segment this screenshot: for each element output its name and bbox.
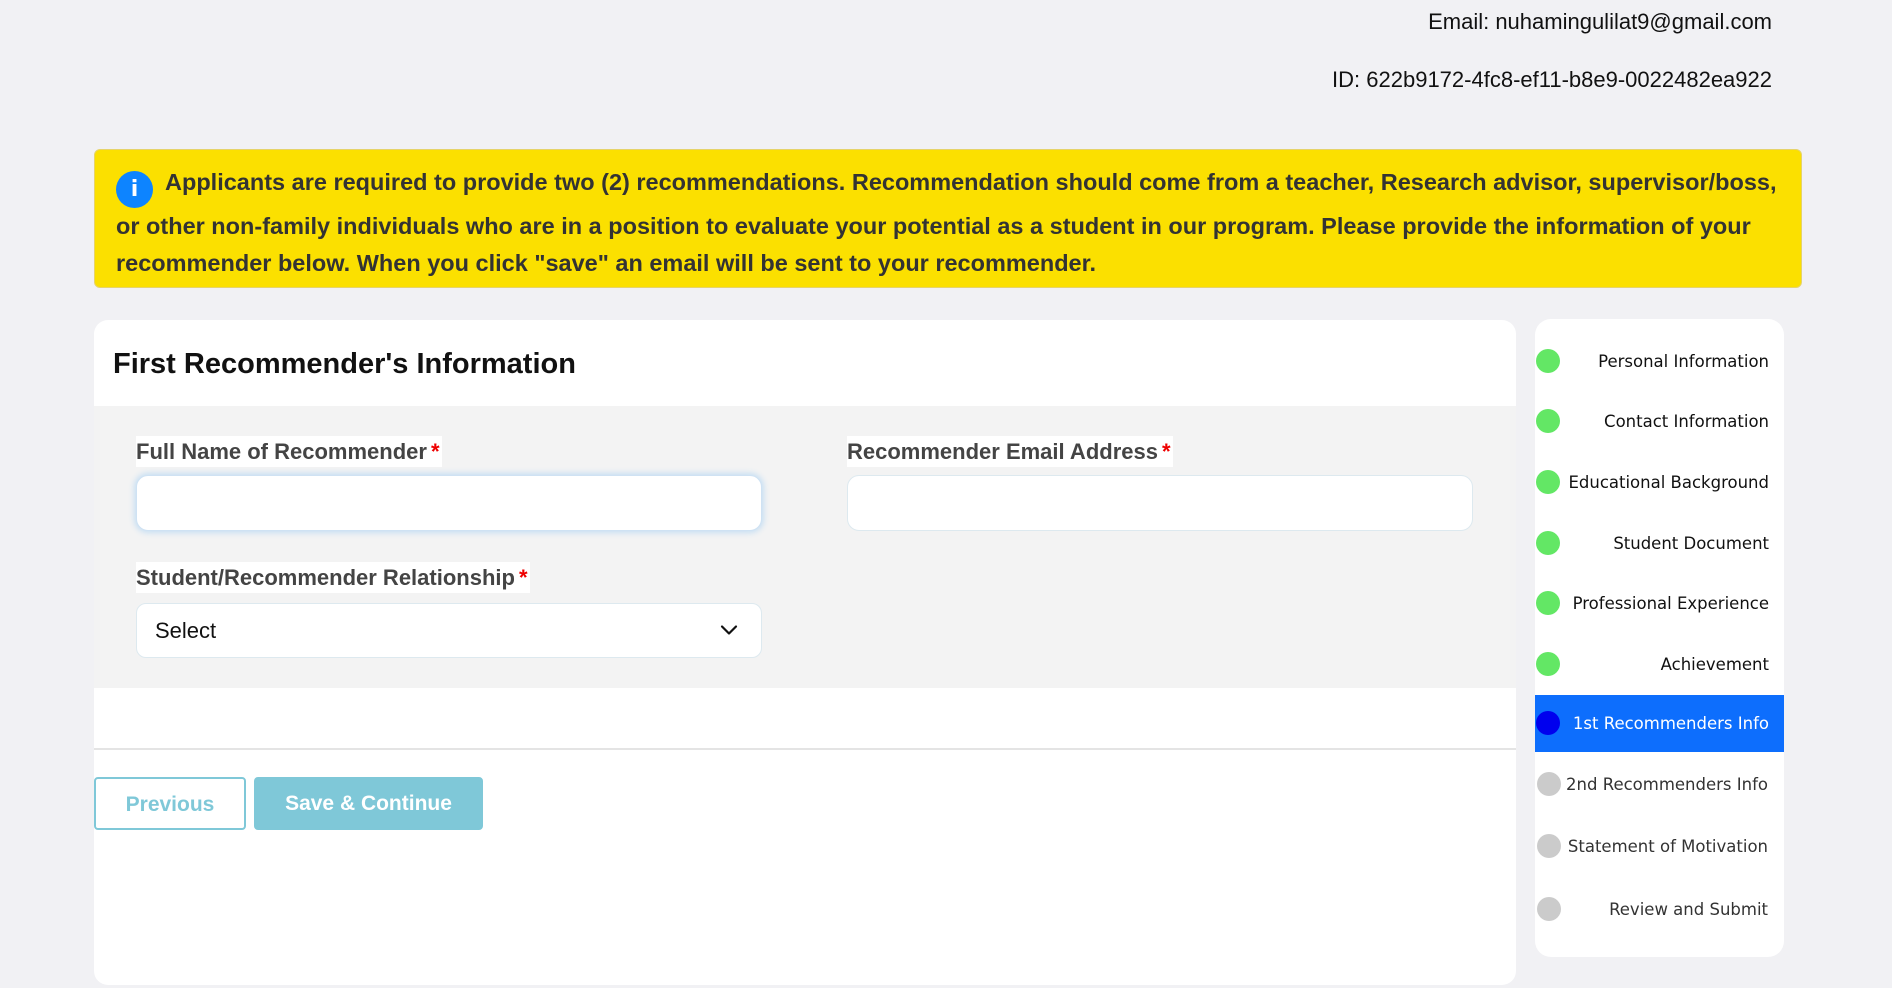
previous-button[interactable]: Previous <box>94 777 246 830</box>
banner-text: Applicants are required to provide two (… <box>116 169 1777 276</box>
step-personal-information[interactable]: Personal Information <box>1535 333 1784 390</box>
step-label: 1st Recommenders Info <box>1572 714 1769 733</box>
step-achievement[interactable]: Achievement <box>1535 636 1784 693</box>
full-name-label-text: Full Name of Recommender <box>136 439 427 464</box>
status-dot-icon <box>1536 470 1560 494</box>
required-asterisk: * <box>1161 439 1171 464</box>
user-email: Email: nuhamingulilat9@gmail.com <box>1428 9 1772 34</box>
full-name-label: Full Name of Recommender * <box>136 436 442 467</box>
step-label: Professional Experience <box>1572 594 1769 613</box>
info-icon: i <box>116 171 153 208</box>
full-name-input[interactable] <box>136 475 762 531</box>
step-label: Personal Information <box>1598 352 1769 371</box>
step-label: Statement of Motivation <box>1567 837 1768 856</box>
step-2nd-recommenders-info[interactable]: 2nd Recommenders Info <box>1535 756 1784 813</box>
progress-sidebar: Personal Information Contact Information… <box>1535 319 1784 957</box>
status-dot-icon <box>1536 652 1560 676</box>
step-label: Educational Background <box>1568 473 1769 492</box>
status-dot-icon <box>1536 349 1560 373</box>
relationship-selected-value: Select <box>155 618 217 643</box>
step-label: Contact Information <box>1604 412 1769 431</box>
step-professional-experience[interactable]: Professional Experience <box>1535 575 1784 632</box>
relationship-select[interactable]: Select <box>136 603 762 658</box>
page-title: First Recommender's Information <box>113 348 576 380</box>
relationship-label: Student/Recommender Relationship * <box>136 562 530 593</box>
relationship-field: Student/Recommender Relationship * Select <box>136 562 762 658</box>
user-info: Email: nuhamingulilat9@gmail.com ID: 622… <box>1332 6 1772 96</box>
recommender-form-card: First Recommender's Information Full Nam… <box>94 320 1516 985</box>
step-label: Review and Submit <box>1609 900 1768 919</box>
status-dot-icon <box>1537 834 1561 858</box>
save-continue-button[interactable]: Save & Continue <box>254 777 483 830</box>
status-dot-icon <box>1536 711 1560 735</box>
step-educational-background[interactable]: Educational Background <box>1535 454 1784 511</box>
status-dot-icon <box>1536 591 1560 615</box>
divider <box>94 748 1516 750</box>
email-field: Recommender Email Address * <box>847 436 1473 531</box>
step-label: Student Document <box>1613 534 1769 553</box>
step-student-document[interactable]: Student Document <box>1535 515 1784 572</box>
full-name-field: Full Name of Recommender * <box>136 436 762 531</box>
step-label: Achievement <box>1660 655 1769 674</box>
step-statement-of-motivation[interactable]: Statement of Motivation <box>1535 818 1784 875</box>
email-input[interactable] <box>847 475 1473 531</box>
relationship-label-text: Student/Recommender Relationship <box>136 565 515 590</box>
status-dot-icon <box>1537 897 1561 921</box>
email-label-text: Recommender Email Address <box>847 439 1158 464</box>
status-dot-icon <box>1536 531 1560 555</box>
status-dot-icon <box>1536 409 1560 433</box>
step-review-and-submit[interactable]: Review and Submit <box>1535 881 1784 938</box>
step-label: 2nd Recommenders Info <box>1566 775 1768 794</box>
required-asterisk: * <box>518 565 528 590</box>
chevron-down-icon <box>720 625 738 635</box>
info-banner: i Applicants are required to provide two … <box>94 149 1802 288</box>
card-header: First Recommender's Information <box>94 320 1516 406</box>
email-label: Recommender Email Address * <box>847 436 1173 467</box>
user-id: ID: 622b9172-4fc8-ef11-b8e9-0022482ea922 <box>1332 67 1772 92</box>
step-1st-recommenders-info[interactable]: 1st Recommenders Info <box>1535 695 1784 752</box>
status-dot-icon <box>1537 772 1561 796</box>
form-section: Full Name of Recommender * Recommender Em… <box>94 406 1516 688</box>
step-contact-information[interactable]: Contact Information <box>1535 393 1784 450</box>
required-asterisk: * <box>430 439 440 464</box>
